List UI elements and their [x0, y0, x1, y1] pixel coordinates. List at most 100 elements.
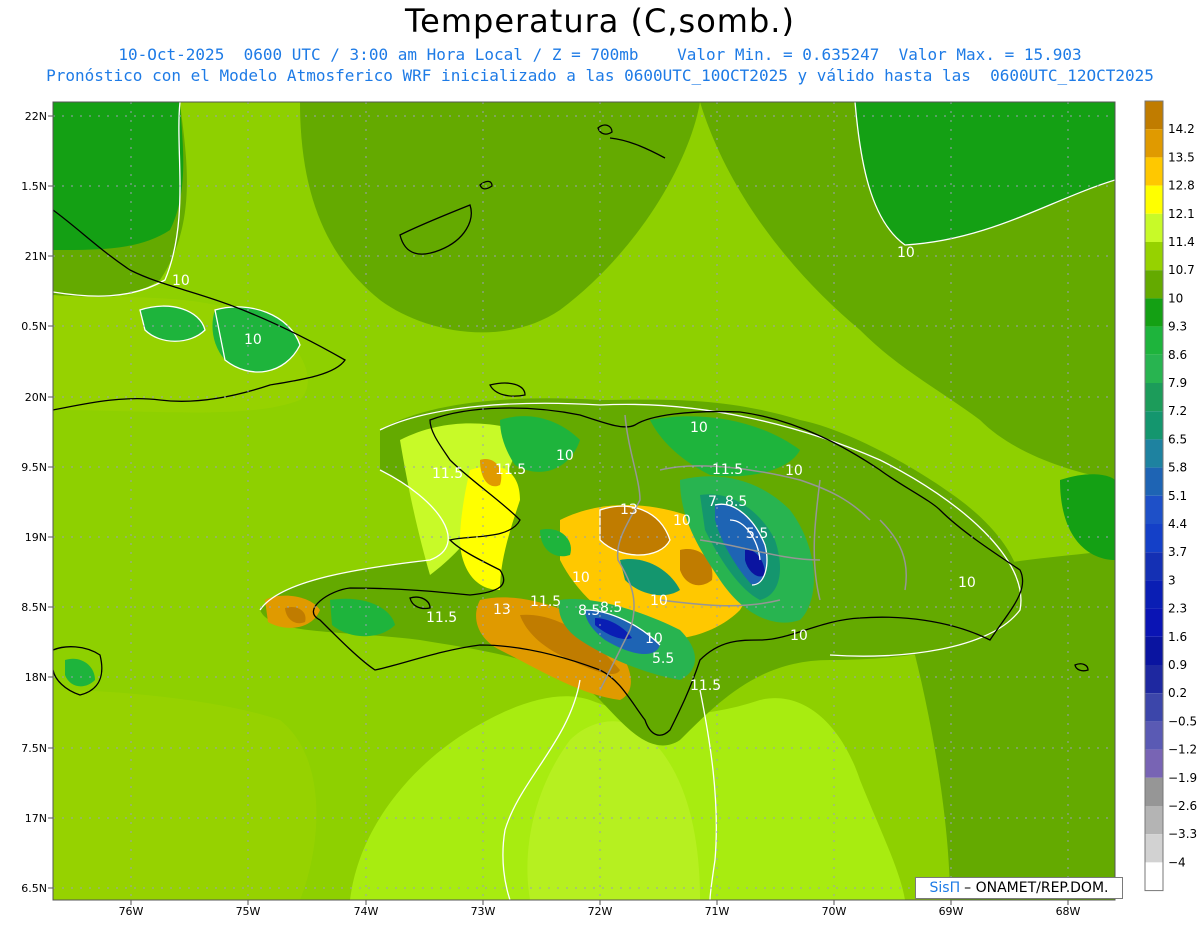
- contour-label: 5.5: [652, 651, 674, 667]
- colorbar-label: 1.6: [1168, 630, 1187, 644]
- colorbar-label: 8.6: [1168, 348, 1187, 362]
- credit-text: – ONAMET/REP.DOM.: [964, 880, 1109, 896]
- lon-axis: 76W 75W 74W 73W 72W 71W 70W 69W 68W: [119, 905, 1081, 918]
- lat-label: 0.5N: [21, 320, 47, 333]
- contour-label: 8.5: [725, 494, 747, 510]
- colorbar-label: −2.6: [1168, 799, 1197, 813]
- contour-label: 10: [244, 332, 262, 348]
- colorbar-swatch: [1145, 185, 1163, 214]
- lat-label: 19N: [25, 531, 47, 544]
- field-sw: [53, 690, 317, 900]
- colorbar-swatch: [1145, 326, 1163, 355]
- contour-label: 8.5: [600, 600, 622, 616]
- contour-label: 10: [645, 631, 663, 647]
- contour-label: 10: [673, 513, 691, 529]
- lat-label: 21N: [25, 250, 47, 263]
- colorbar-swatch: [1145, 157, 1163, 186]
- contour-label: 11.5: [690, 678, 721, 694]
- contour-label: 10: [556, 448, 574, 464]
- map-field: [53, 102, 1115, 900]
- sispi-logo-text: SisΠ: [929, 880, 961, 896]
- colorbar-label: 12.8: [1168, 179, 1195, 193]
- contour-label: 11.5: [495, 462, 526, 478]
- colorbar-swatch: [1145, 777, 1163, 806]
- lon-label: 71W: [705, 905, 730, 918]
- contour-label: 11.5: [712, 462, 743, 478]
- colorbar-swatch: [1145, 354, 1163, 383]
- colorbar-label: 3: [1168, 573, 1176, 587]
- colorbar-label: −1.2: [1168, 743, 1197, 757]
- colorbar-label: −3.3: [1168, 827, 1197, 841]
- colorbar-swatch: [1145, 636, 1163, 665]
- colorbar-label: 14.2: [1168, 122, 1195, 136]
- lon-label: 70W: [822, 905, 847, 918]
- lat-ticks: [48, 115, 53, 889]
- contour-label: 10: [897, 245, 915, 261]
- colorbar-label: 0.9: [1168, 658, 1187, 672]
- colorbar-label: 10: [1168, 291, 1183, 305]
- lat-label: 7.5N: [21, 742, 47, 755]
- contour-label: 10: [172, 273, 190, 289]
- contour-label: 10: [690, 420, 708, 436]
- lon-label: 69W: [939, 905, 964, 918]
- colorbar-swatch: [1145, 129, 1163, 158]
- colorbar-swatch: [1145, 242, 1163, 271]
- colorbar-label: −4: [1168, 855, 1186, 869]
- colorbar-label: −1.9: [1168, 771, 1197, 785]
- colorbar-label: 3.7: [1168, 545, 1187, 559]
- colorbar-swatch: [1145, 834, 1163, 863]
- colorbar-label: 5.1: [1168, 489, 1187, 503]
- lat-label: 17N: [25, 812, 47, 825]
- colorbar-swatch: [1145, 580, 1163, 609]
- colorbar-label: 12.1: [1168, 207, 1195, 221]
- contour-label: 11.5: [530, 594, 561, 610]
- colorbar-label: 5.8: [1168, 461, 1187, 475]
- colorbar-label: 4.4: [1168, 517, 1187, 531]
- colorbar-swatch: [1145, 213, 1163, 242]
- colorbar-label: 9.3: [1168, 320, 1187, 334]
- lon-label: 73W: [471, 905, 496, 918]
- credit-box: SisΠ – ONAMET/REP.DOM.: [915, 877, 1123, 899]
- contour-label: 10: [785, 463, 803, 479]
- temperature-map: 10 10 10 10 11.5 11.5 10 11.5 13 7 8.5 1…: [21, 100, 1197, 918]
- lat-label: 1.5N: [21, 180, 47, 193]
- colorbar-swatch: [1145, 665, 1163, 694]
- colorbar-swatch: [1145, 552, 1163, 581]
- colorbar-swatch: [1145, 298, 1163, 327]
- colorbar-swatch: [1145, 383, 1163, 412]
- colorbar-swatch: [1145, 862, 1163, 891]
- lat-axis: 22N 1.5N 21N 0.5N 20N 9.5N 19N 8.5N 18N …: [21, 110, 47, 895]
- contour-label: 5.5: [746, 526, 768, 542]
- lat-label: 18N: [25, 671, 47, 684]
- lat-label: 20N: [25, 391, 47, 404]
- colorbar-label: 11.4: [1168, 235, 1195, 249]
- colorbar-swatch: [1145, 411, 1163, 440]
- colorbar-swatch: [1145, 101, 1163, 130]
- contour-label: 10: [790, 628, 808, 644]
- colorbar-swatch: [1145, 806, 1163, 835]
- colorbar-label: 6.5: [1168, 432, 1187, 446]
- lat-label: 6.5N: [21, 882, 47, 895]
- colorbar-label: 7.9: [1168, 376, 1187, 390]
- lon-label: 75W: [236, 905, 261, 918]
- colorbar-label: 7.2: [1168, 404, 1187, 418]
- colorbar-swatch: [1145, 467, 1163, 496]
- colorbar-swatch: [1145, 693, 1163, 722]
- lat-label: 9.5N: [21, 461, 47, 474]
- colorbar-swatch: [1145, 608, 1163, 637]
- colorbar-label: 10.7: [1168, 263, 1195, 277]
- lon-label: 72W: [588, 905, 613, 918]
- lon-label: 68W: [1056, 905, 1081, 918]
- colorbar: 14.2 13.5 12.8 12.1 11.4 10.7 10 9.3 8.6 7.9 7.2 6.…: [1144, 100, 1197, 892]
- colorbar-label: 0.2: [1168, 686, 1187, 700]
- field-cold-nw: [53, 102, 184, 250]
- contour-label: 11.5: [432, 466, 463, 482]
- lat-label: 8.5N: [21, 601, 47, 614]
- contour-label: 8.5: [578, 603, 600, 619]
- colorbar-swatch: [1145, 495, 1163, 524]
- lat-label: 22N: [25, 110, 47, 123]
- colorbar-swatch: [1145, 439, 1163, 468]
- contour-label: 13: [493, 602, 511, 618]
- contour-label: 10: [572, 570, 590, 586]
- contour-label: 10: [958, 575, 976, 591]
